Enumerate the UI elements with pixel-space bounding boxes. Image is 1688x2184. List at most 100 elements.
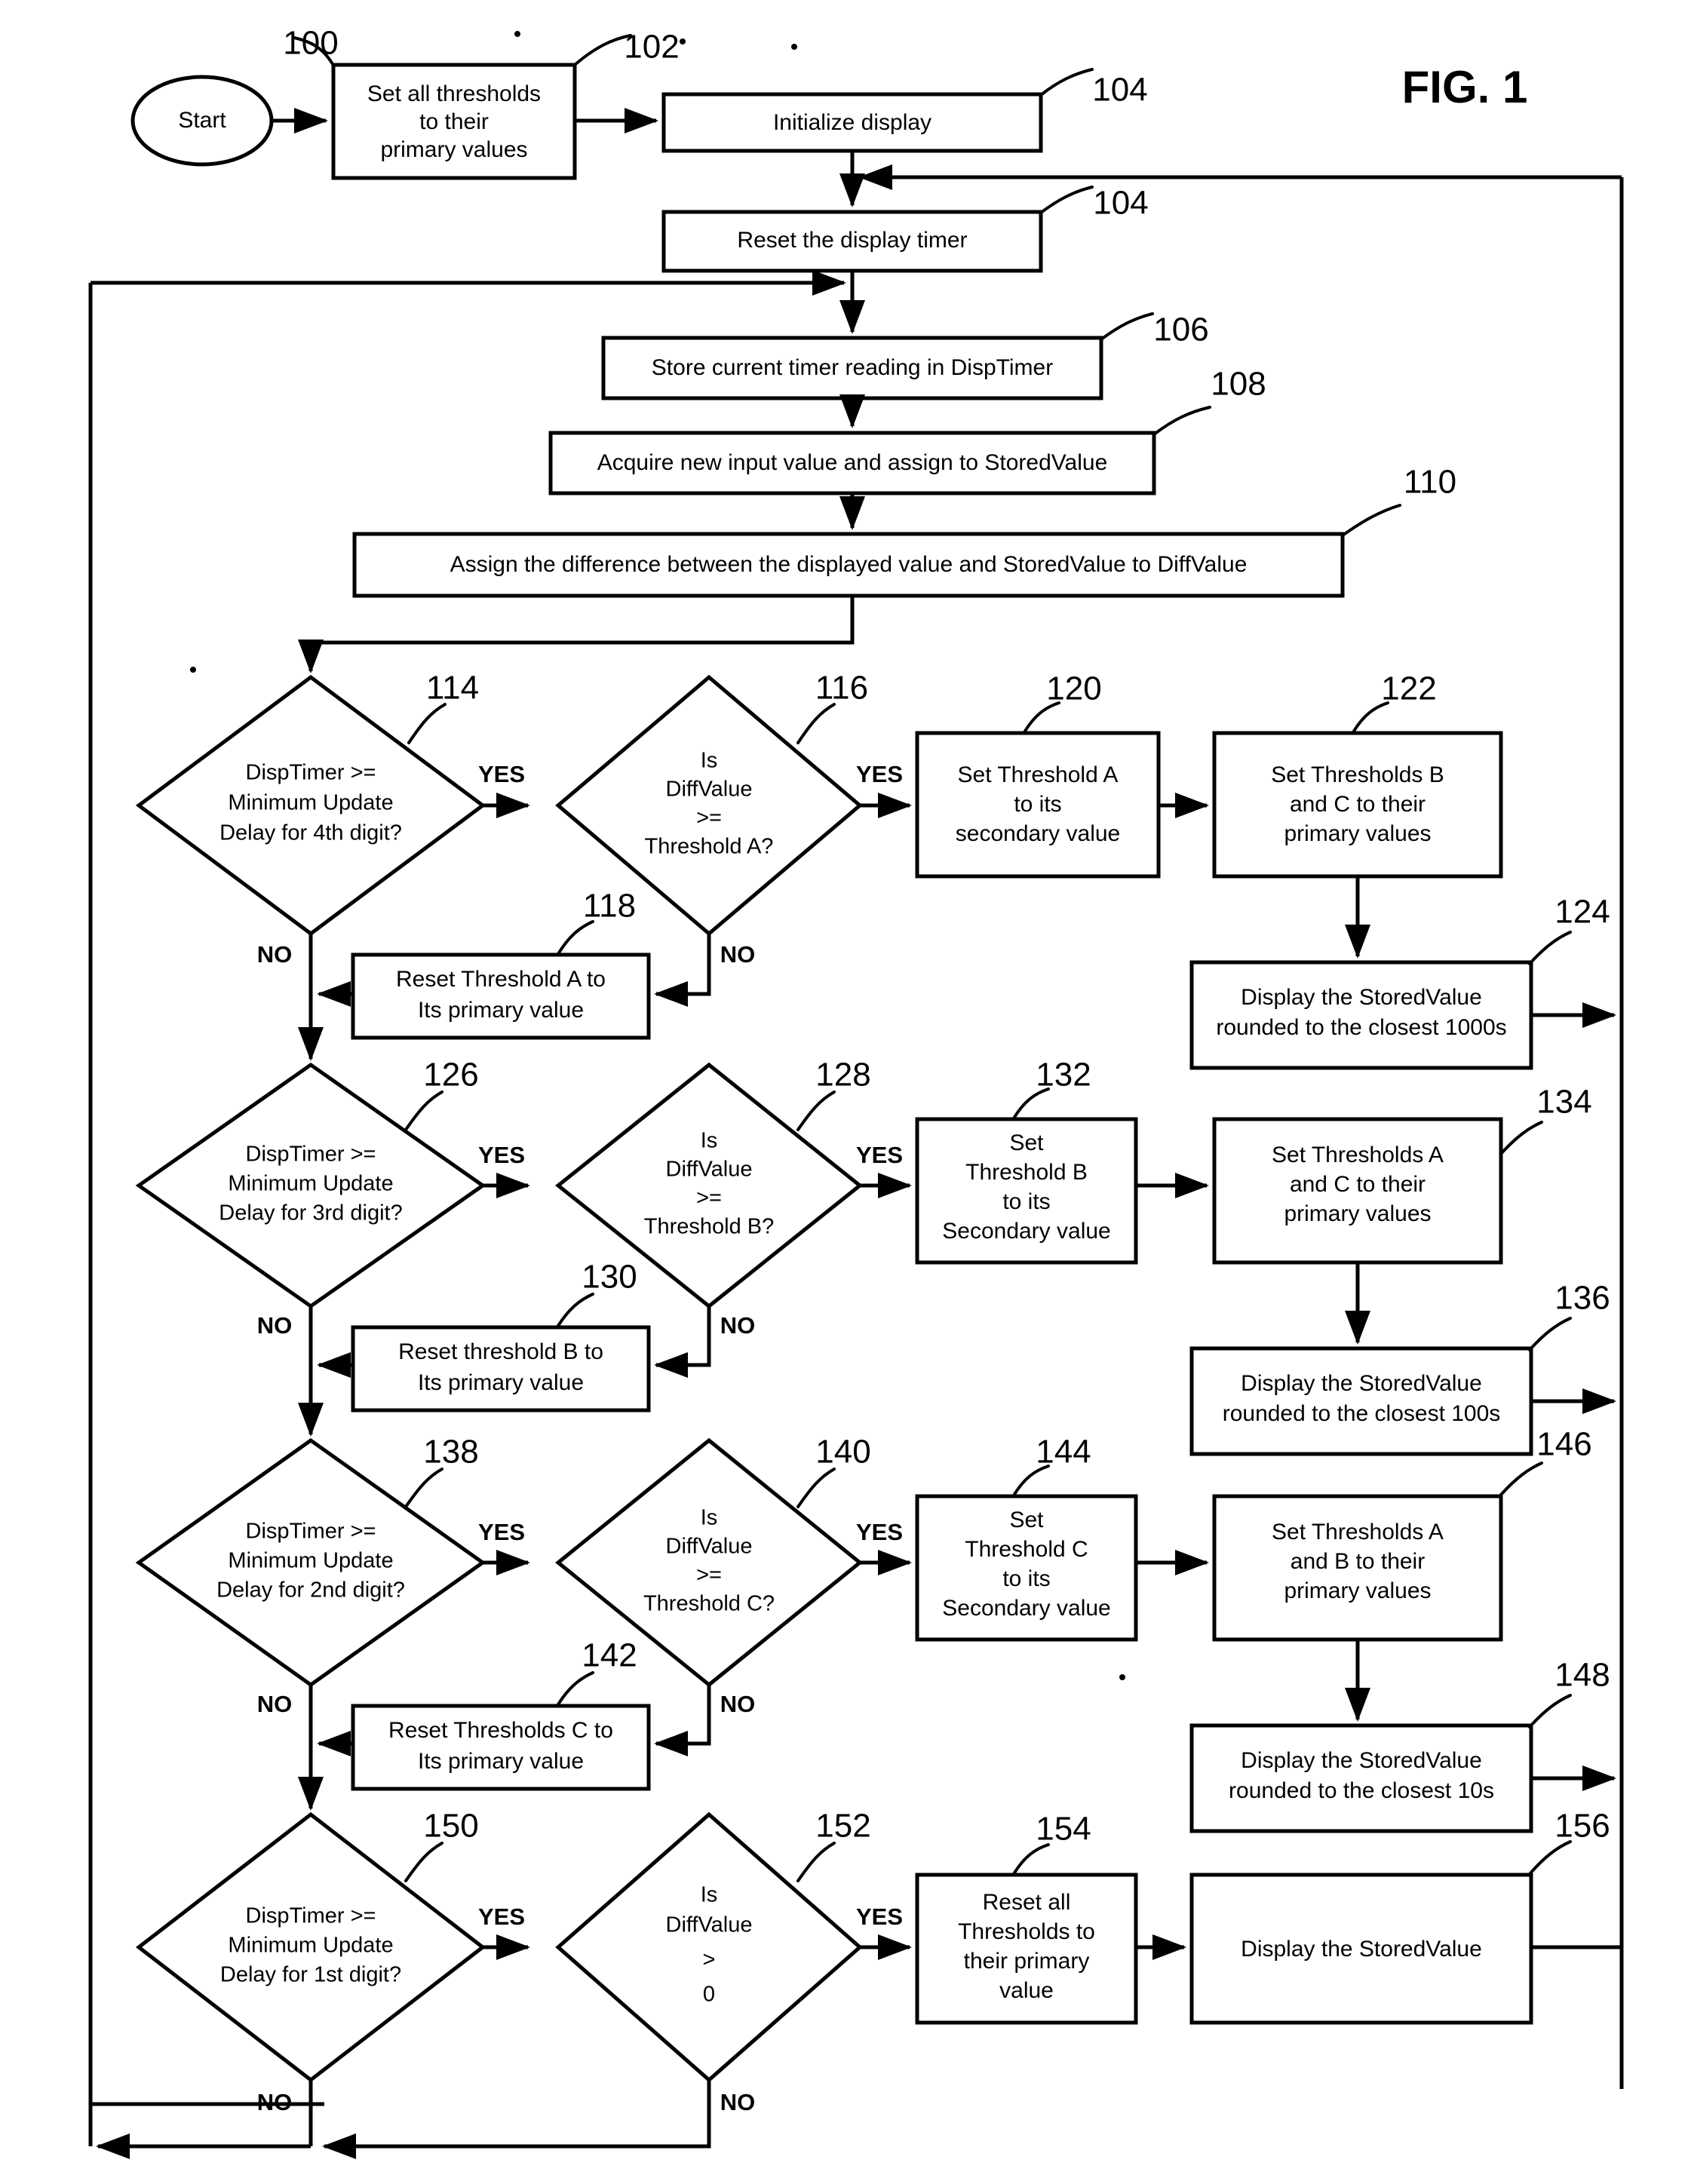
node-150-line-2: Delay for 1st digit? (220, 1963, 401, 1987)
label-yes-140: YES (856, 1519, 903, 1545)
node-126-line-0: DispTimer >= (246, 1143, 376, 1167)
node-152-line-0: Is (701, 1883, 718, 1907)
node-106-line-0: Store current timer reading in DispTimer (652, 355, 1053, 380)
node-132-line-3: Secondary value (942, 1219, 1110, 1244)
leader-102 (573, 34, 632, 66)
label-yes-152: YES (856, 1903, 903, 1930)
node-114-line-2: Delay for 4th digit? (219, 821, 402, 845)
patent-figure-page: FIG. 1 Start Set all thresholds to their… (0, 0, 1688, 2184)
node-128-line-3: Threshold B? (644, 1215, 775, 1239)
leader-112 (1341, 504, 1401, 537)
leader-108 (1100, 312, 1154, 341)
node-110-line-0: Assign the difference between the displa… (450, 552, 1248, 577)
label-yes-138: YES (478, 1519, 525, 1545)
leader-142 (557, 1671, 594, 1706)
node-122-line-1: and C to their (1290, 792, 1426, 817)
ref-134: 134 (1536, 1084, 1591, 1121)
label-yes-128: YES (856, 1142, 903, 1168)
scan-speck (514, 31, 520, 37)
node-144-line-2: to its (1002, 1566, 1050, 1591)
leader-150 (404, 1842, 443, 1882)
leader-144 (1012, 1465, 1050, 1497)
leader-126 (404, 1090, 443, 1131)
node-126-line-2: Delay for 3rd digit? (219, 1201, 402, 1225)
node-130-line-0: Reset threshold B to (398, 1339, 603, 1364)
label-yes-114: YES (478, 761, 525, 787)
node-120-line-2: secondary value (956, 821, 1120, 846)
node-100-line-0: Set all thresholds (367, 81, 541, 106)
leader-136 (1528, 1317, 1572, 1351)
leader-120 (1023, 701, 1060, 734)
node-134-line-2: primary values (1284, 1201, 1431, 1226)
label-no-114: NO (257, 941, 293, 968)
node-152-line-3: 0 (703, 1983, 715, 2007)
node-154-line-3: value (999, 1978, 1054, 2003)
leader-140 (796, 1468, 836, 1508)
ref-132: 132 (1036, 1057, 1091, 1094)
ref-118: 118 (583, 888, 636, 925)
scan-speck (1119, 1674, 1125, 1680)
edge-110-to-114 (298, 596, 855, 674)
leader-116 (796, 703, 836, 744)
leader-128 (796, 1090, 836, 1131)
ref-130: 130 (582, 1259, 637, 1296)
edge-116-no (653, 934, 711, 1008)
scan-speck (190, 667, 196, 673)
flowchart-diagram: FIG. 1 Start Set all thresholds to their… (88, 25, 1624, 2160)
node-114-line-1: Minimum Update (228, 791, 393, 815)
node-136-line-0: Display the StoredValue (1241, 1371, 1482, 1396)
ref-100: 100 (283, 25, 338, 62)
ref-140: 140 (815, 1434, 870, 1471)
node-140-line-1: DiffValue (666, 1535, 753, 1559)
leader-122 (1352, 701, 1389, 734)
ref-126: 126 (423, 1057, 478, 1094)
node-120-line-0: Set Threshold A (958, 762, 1119, 787)
node-128-line-1: DiffValue (666, 1158, 753, 1182)
ref-138: 138 (423, 1434, 478, 1471)
label-no-152: NO (720, 2089, 756, 2115)
node-136-line-1: rounded to the closest 100s (1223, 1401, 1501, 1426)
ref-156: 156 (1554, 1808, 1610, 1845)
node-152-line-1: DiffValue (666, 1913, 753, 1937)
leader-114 (407, 703, 447, 744)
ref-114: 114 (426, 670, 479, 707)
ref-128: 128 (815, 1057, 870, 1094)
node-130-line-1: Its primary value (418, 1370, 584, 1395)
label-yes-126: YES (478, 1142, 525, 1168)
node-140-line-3: Threshold C? (643, 1592, 775, 1616)
node-126-line-1: Minimum Update (228, 1172, 393, 1196)
leader-134 (1499, 1121, 1543, 1155)
ref-136: 136 (1554, 1280, 1610, 1317)
node-120-line-1: to its (1014, 792, 1061, 817)
ref-148: 148 (1554, 1657, 1610, 1694)
leader-138 (404, 1468, 443, 1508)
node-116-line-2: >= (696, 806, 722, 830)
label-no-128: NO (720, 1312, 756, 1339)
leader-154 (1012, 1843, 1050, 1876)
node-134-line-0: Set Thresholds A (1272, 1143, 1444, 1167)
node-116-line-1: DiffValue (666, 778, 753, 802)
ref-150: 150 (423, 1808, 478, 1845)
node-118-line-1: Its primary value (418, 998, 584, 1023)
node-122-line-0: Set Thresholds B (1271, 762, 1444, 787)
leader-110 (1152, 406, 1211, 436)
label-yes-150: YES (478, 1903, 525, 1930)
node-138-line-2: Delay for 2nd digit? (216, 1578, 405, 1603)
label-no-126: NO (257, 1312, 293, 1339)
node-100-line-1: to their (419, 109, 489, 134)
ref-122: 122 (1381, 670, 1436, 707)
leader-152 (796, 1842, 836, 1882)
ref-146: 146 (1536, 1426, 1591, 1463)
node-116-line-0: Is (701, 749, 718, 773)
node-144-line-3: Secondary value (942, 1596, 1110, 1621)
node-108-line-0: Acquire new input value and assign to St… (597, 450, 1108, 475)
label-yes-116: YES (856, 761, 903, 787)
node-152-line-2: > (703, 1948, 716, 1972)
ref-102: 102 (624, 29, 679, 66)
node-142-line-0: Reset Thresholds C to (388, 1718, 613, 1743)
node-148-line-0: Display the StoredValue (1241, 1748, 1482, 1773)
leader-124 (1528, 931, 1572, 965)
edge-140-no (653, 1685, 711, 1757)
figure-title: FIG. 1 (1402, 62, 1528, 112)
node-114-line-0: DispTimer >= (246, 761, 376, 785)
